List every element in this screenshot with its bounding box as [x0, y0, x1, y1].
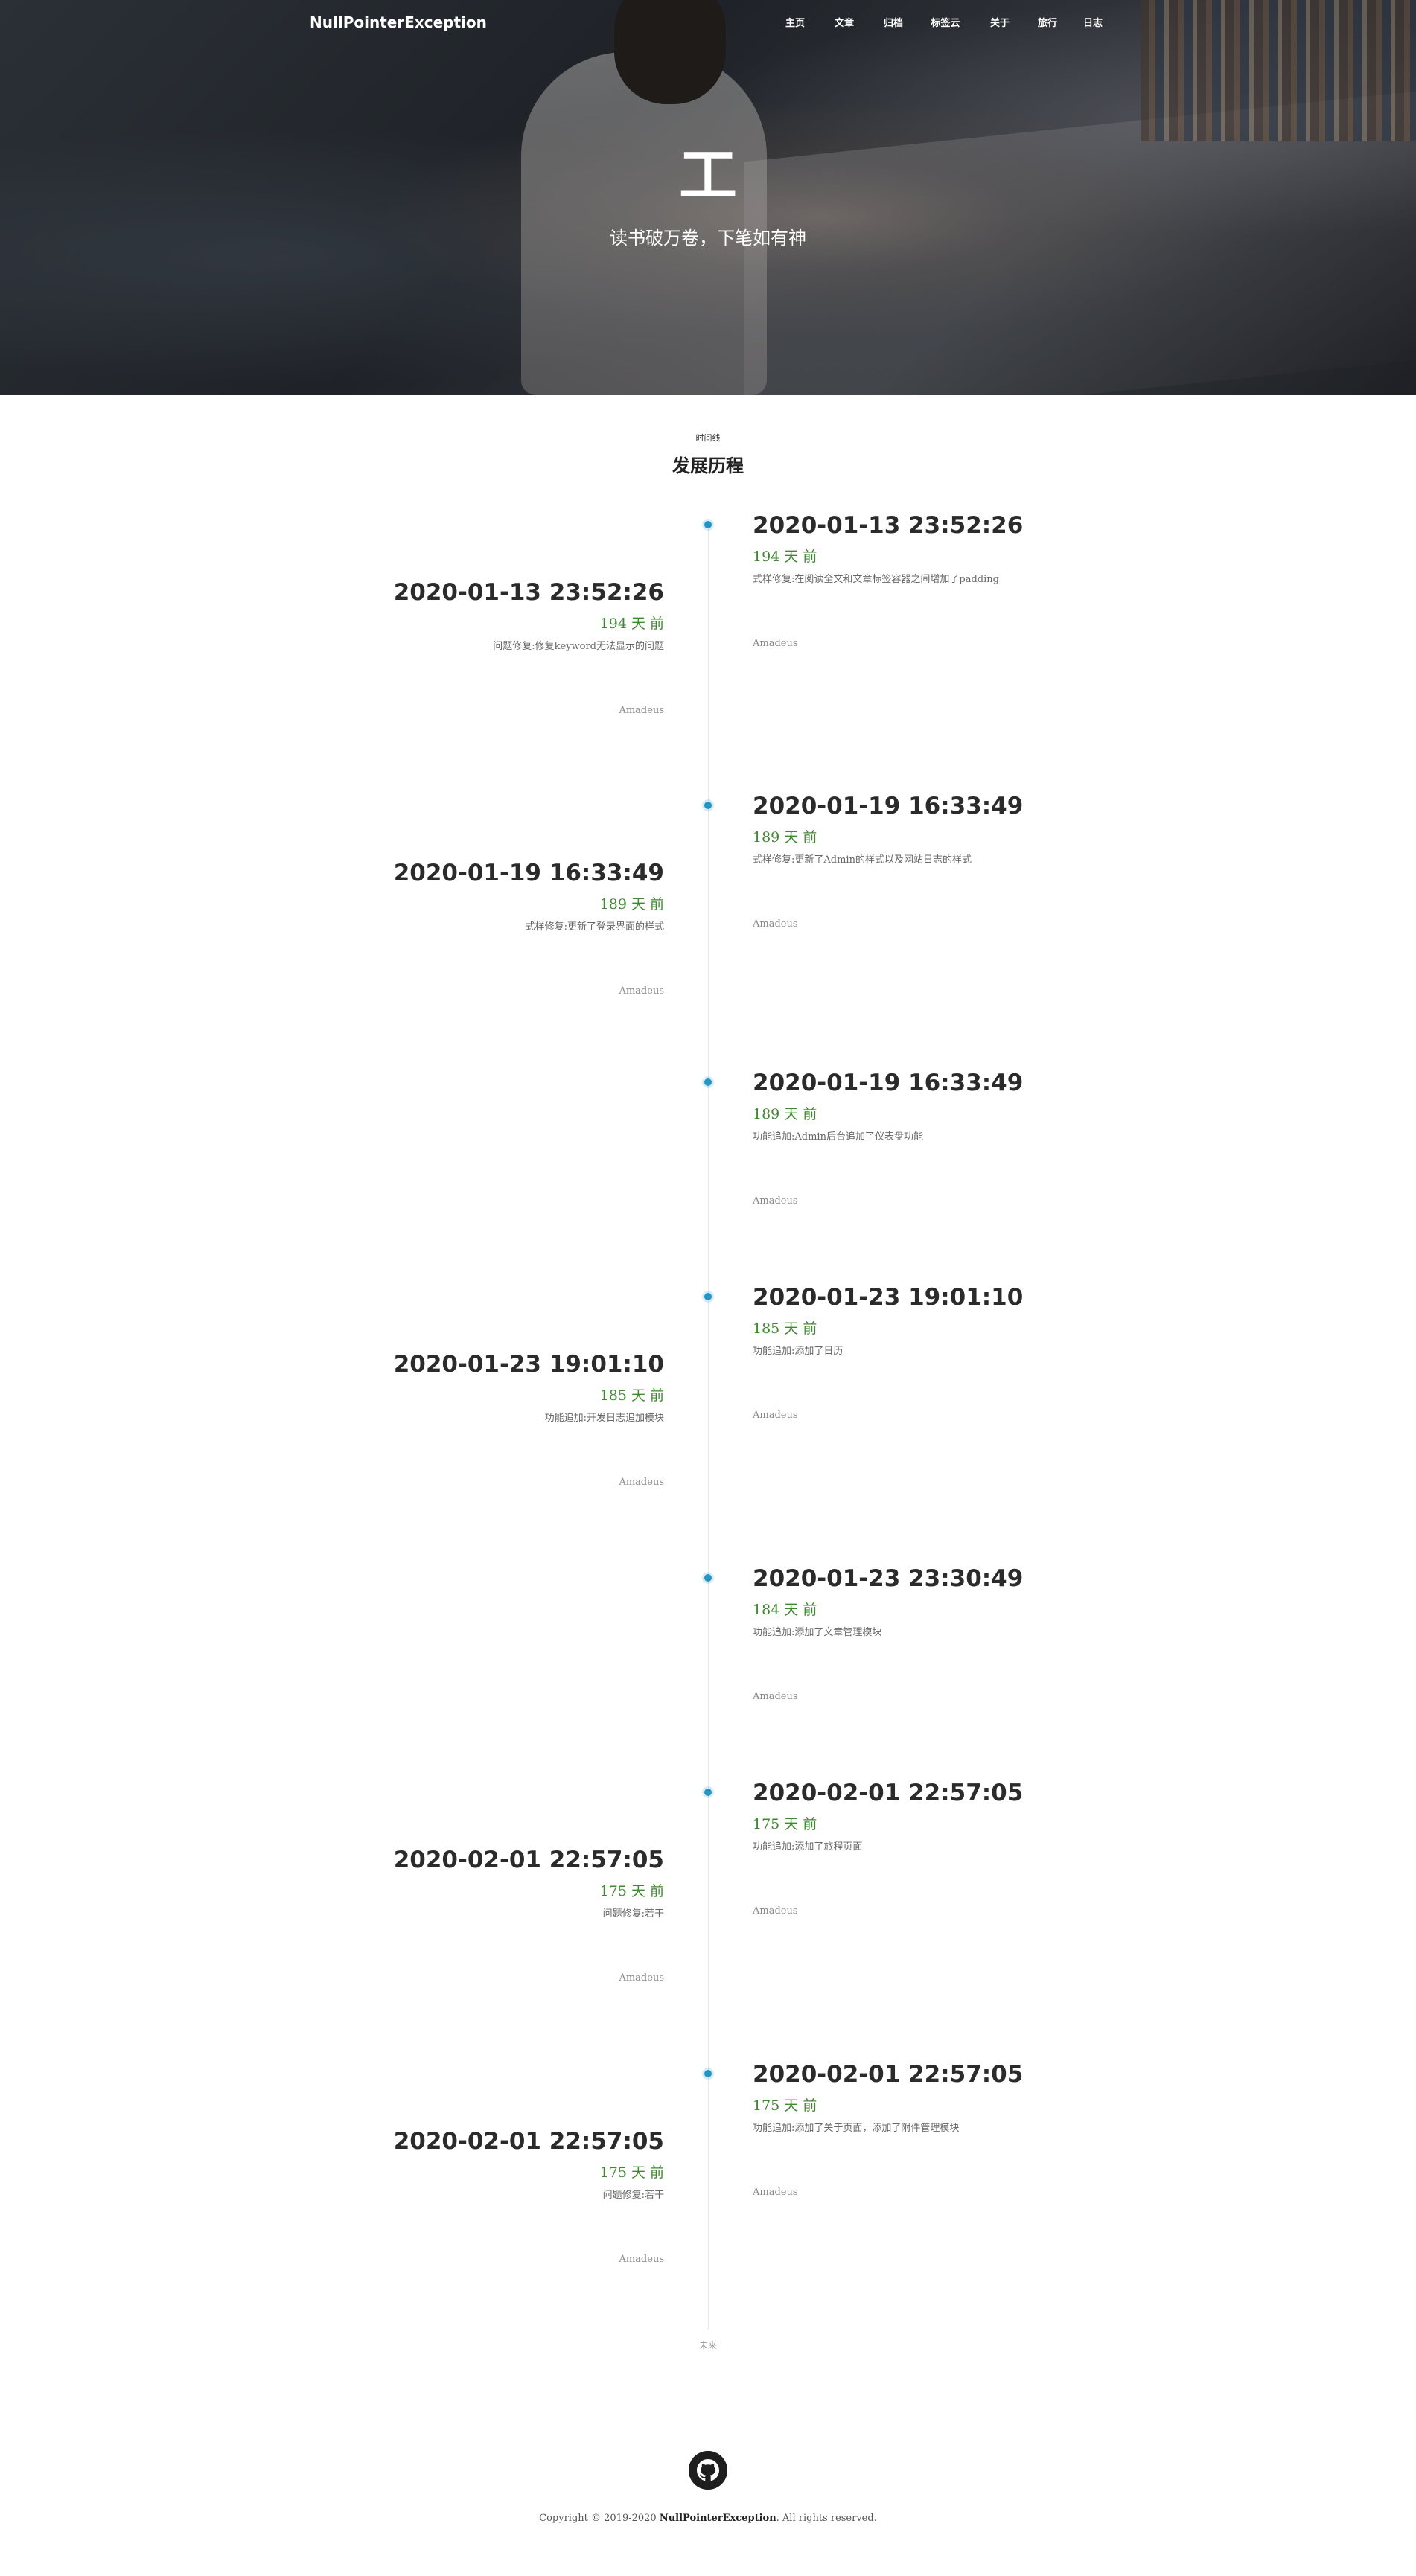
timeline-dot [704, 2070, 712, 2077]
timeline-axis [708, 521, 709, 2330]
entry-relative-time: 175 天 前 [599, 1883, 664, 1899]
entry-author: Amadeus [619, 2254, 664, 2265]
entry-date: 2020-01-19 16:33:49 [753, 1070, 1024, 1096]
site-mark: 工 [678, 142, 737, 209]
entry-author: Amadeus [619, 705, 664, 716]
brand-link[interactable]: NullPointerException [310, 13, 487, 31]
timeline-entry: 2020-02-01 22:57:05 175 天 前 功能追加:添加了关于页面… [753, 2059, 1170, 2199]
entry-author: Amadeus [619, 1972, 664, 1984]
entry-date: 2020-01-23 19:01:10 [393, 1351, 664, 1378]
timeline-entry: 2020-02-01 22:57:05 175 天 前 问题修复:若干 Amad… [247, 2126, 664, 2266]
nav-item-archive[interactable]: 归档 [873, 15, 914, 29]
timeline-entry: 2020-01-13 23:52:26 194 天 前 式样修复:在阅读全文和文… [753, 511, 1170, 651]
nav-item-tag-cloud[interactable]: 标签云 [914, 15, 977, 29]
entry-relative-time: 194 天 前 [753, 549, 817, 565]
nav-item-travel[interactable]: 旅行 [1023, 15, 1072, 29]
entry-relative-time: 175 天 前 [599, 2164, 664, 2181]
entry-description: 功能追加:添加了旅程页面 [753, 1841, 863, 1853]
entry-author: Amadeus [619, 1477, 664, 1488]
entry-date: 2020-01-13 23:52:26 [753, 512, 1024, 539]
entry-description: 问题修复:若干 [602, 1908, 664, 1920]
entry-relative-time: 189 天 前 [753, 1106, 817, 1122]
entry-description: 功能追加:添加了日历 [753, 1346, 843, 1357]
section-kicker: 时间线 [695, 433, 721, 443]
entry-author: Amadeus [753, 1691, 798, 1702]
timeline-end-label: 未来 [698, 2340, 717, 2350]
entry-date: 2020-01-23 19:01:10 [753, 1284, 1024, 1311]
copyright-site-link[interactable]: NullPointerException [660, 2513, 776, 2524]
entry-description: 功能追加:开发日志追加模块 [544, 1413, 664, 1424]
entry-date: 2020-02-01 22:57:05 [393, 2128, 664, 2155]
entry-author: Amadeus [753, 918, 798, 930]
entry-relative-time: 189 天 前 [753, 829, 817, 846]
entry-description: 问题修复:修复keyword无法显示的问题 [493, 641, 664, 652]
timeline-dot [704, 802, 712, 809]
nav-item-home[interactable]: 主页 [774, 15, 816, 29]
section-title: 发展历程 [672, 456, 744, 476]
navbar: NullPointerException 主页 文章 归档 标签云 关于 旅行 … [0, 0, 1416, 49]
entry-author: Amadeus [753, 1905, 798, 1917]
entry-author: Amadeus [753, 638, 798, 649]
timeline-entry: 2020-01-23 19:01:10 185 天 前 功能追加:添加了日历 A… [753, 1282, 1170, 1422]
entry-relative-time: 175 天 前 [753, 2097, 817, 2114]
entry-date: 2020-01-19 16:33:49 [393, 860, 664, 886]
timeline-entry: 2020-01-13 23:52:26 194 天 前 问题修复:修复keywo… [247, 578, 664, 717]
entry-relative-time: 194 天 前 [599, 616, 664, 632]
timeline-entry: 2020-01-19 16:33:49 189 天 前 式样修复:更新了登录界面… [247, 858, 664, 998]
entry-author: Amadeus [753, 1195, 798, 1206]
nav-item-articles[interactable]: 文章 [816, 15, 873, 29]
timeline-entry: 2020-01-19 16:33:49 189 天 前 式样修复:更新了Admi… [753, 791, 1170, 931]
timeline-dot [704, 521, 712, 528]
entry-relative-time: 189 天 前 [599, 896, 664, 913]
entry-description: 问题修复:若干 [602, 2190, 664, 2201]
timeline-entry: 2020-01-23 19:01:10 185 天 前 功能追加:开发日志追加模… [247, 1349, 664, 1489]
nav-item-about[interactable]: 关于 [977, 15, 1023, 29]
timeline-dot [704, 1078, 712, 1086]
entry-relative-time: 185 天 前 [599, 1387, 664, 1404]
entry-description: 式样修复:在阅读全文和文章标签容器之间增加了padding [753, 574, 999, 585]
entry-description: 式样修复:更新了Admin的样式以及网站日志的样式 [753, 854, 972, 866]
entry-author: Amadeus [619, 985, 664, 997]
timeline-entry: 2020-02-01 22:57:05 175 天 前 问题修复:若干 Amad… [247, 1845, 664, 1985]
nav-item-log[interactable]: 日志 [1072, 15, 1114, 29]
entry-relative-time: 185 天 前 [753, 1320, 817, 1337]
hero-banner: NullPointerException 主页 文章 归档 标签云 关于 旅行 … [0, 0, 1416, 395]
entry-relative-time: 184 天 前 [753, 1602, 817, 1618]
timeline-entry: 2020-01-23 23:30:49 184 天 前 功能追加:添加了文章管理… [753, 1564, 1170, 1704]
entry-date: 2020-02-01 22:57:05 [753, 2061, 1024, 2088]
copyright-suffix: . All rights reserved. [776, 2513, 877, 2524]
copyright-prefix: Copyright © 2019-2020 [539, 2513, 660, 2524]
entry-date: 2020-01-19 16:33:49 [753, 793, 1024, 819]
entry-description: 式样修复:更新了登录界面的样式 [525, 921, 664, 933]
entry-author: Amadeus [753, 2187, 798, 2198]
entry-description: 功能追加:添加了文章管理模块 [753, 1627, 882, 1638]
nav-links: 主页 文章 归档 标签云 关于 旅行 日志 [774, 15, 1114, 29]
entry-date: 2020-01-13 23:52:26 [393, 579, 664, 606]
hero-tagline: 读书破万卷，下笔如有神 [610, 228, 806, 249]
entry-description: 功能追加:Admin后台追加了仪表盘功能 [753, 1131, 923, 1142]
entry-description: 功能追加:添加了关于页面，添加了附件管理模块 [753, 2123, 960, 2134]
timeline-dot [704, 1574, 712, 1582]
github-link[interactable] [689, 2451, 727, 2490]
timeline-entry: 2020-01-19 16:33:49 189 天 前 功能追加:Admin后台… [753, 1068, 1170, 1208]
entry-date: 2020-01-23 23:30:49 [753, 1565, 1024, 1592]
timeline-dot [704, 1789, 712, 1796]
entry-author: Amadeus [753, 1410, 798, 1421]
copyright: Copyright © 2019-2020 NullPointerExcepti… [0, 2513, 1416, 2524]
github-icon [689, 2451, 727, 2490]
entry-date: 2020-02-01 22:57:05 [393, 1847, 664, 1873]
entry-relative-time: 175 天 前 [753, 1816, 817, 1832]
entry-date: 2020-02-01 22:57:05 [753, 1780, 1024, 1806]
hero-title: 工 [0, 146, 1416, 205]
timeline-dot [704, 1293, 712, 1300]
timeline-entry: 2020-02-01 22:57:05 175 天 前 功能追加:添加了旅程页面… [753, 1778, 1170, 1918]
